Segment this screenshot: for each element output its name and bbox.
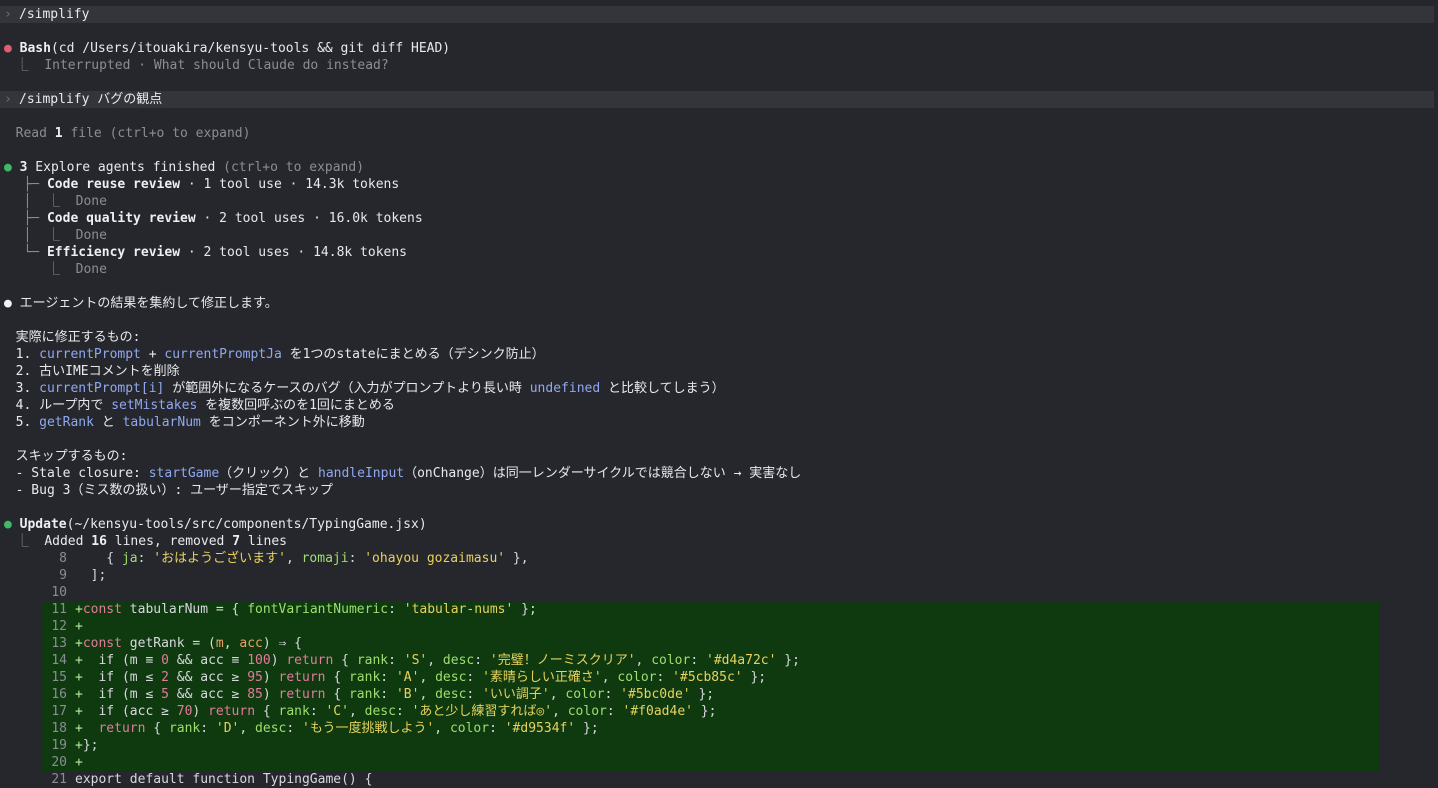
update-tool-call: ● Update(~/kensyu-tools/src/components/T… [0, 516, 1438, 533]
agents-summary[interactable]: ● 3 Explore agents finished (ctrl+o to e… [0, 159, 1438, 176]
tree-corner-icon: ⎿ [15, 58, 29, 73]
prompt-chevron-icon: › [4, 92, 12, 107]
tree-branch-icon: ├─ [23, 177, 40, 192]
tree-end-icon: └─ [23, 245, 40, 260]
agent-code-reuse: ├─ Code reuse review · 1 tool use · 14.3… [23, 177, 400, 192]
fix-header: 実際に修正するもの: [15, 330, 141, 345]
fix-item-5: 5. getRank と tabularNum をコンポーネント外に移動 [15, 415, 365, 430]
skip-item-2: - Bug 3（ミス数の扱い）: ユーザー指定でスキップ [15, 483, 333, 498]
bash-tool-call: ● Bash(cd /Users/itouakira/kensyu-tools … [0, 40, 1438, 57]
tree-corner-icon: ⎿ [15, 534, 29, 549]
code-line-14: 14 + if (m ≡ 0 && acc ≡ 100) return { ran… [51, 653, 800, 668]
message-dot-icon: ● [4, 296, 12, 311]
bash-result: ⎿ Interrupted · What should Claude do in… [15, 58, 389, 73]
code-line-12: 12 + [51, 619, 83, 634]
fix-item-4: 4. ループ内で setMistakes を複数回呼ぶのを1回にまとめる [15, 398, 395, 413]
code-line-20: 20 + [51, 755, 83, 770]
prompt-chevron-icon: › [4, 7, 12, 22]
agent-status: ⎿ Done [0, 262, 107, 277]
skip-header: スキップするもの: [15, 449, 128, 464]
code-line-13: 13 +const getRank = (m, acc) ⇒ { [51, 636, 302, 651]
code-line-8: 8 { ja: 'おはようございます', romaji: 'ohayou goz… [59, 551, 529, 566]
assistant-message-intro: ● エージェントの結果を集約して修正します。 [0, 295, 1438, 312]
update-summary: ⎿ Added 16 lines, removed 7 lines [15, 534, 287, 549]
error-dot-icon: ● [4, 41, 12, 56]
read-summary[interactable]: Read 1 file (ctrl+o to expand) [0, 125, 1438, 142]
code-line-21: 21 export default function TypingGame() { [51, 772, 373, 787]
code-line-19: 19 +}; [51, 738, 99, 753]
code-line-15: 15 + if (m ≤ 2 && acc ≥ 95) return { rank… [51, 670, 767, 685]
agent-code-quality: ├─ Code quality review · 2 tool uses · 1… [23, 211, 423, 226]
fix-item-3: 3. currentPrompt[i] が範囲外になるケースのバグ（入力がプロン… [15, 381, 725, 396]
code-line-16: 16 + if (m ≤ 5 && acc ≥ 85) return { rank… [51, 687, 715, 702]
agent-efficiency: └─ Efficiency review · 2 tool uses · 14.… [23, 245, 408, 260]
tree-branch-icon: ├─ [23, 211, 40, 226]
code-line-10: 10 [51, 585, 67, 600]
success-dot-icon: ● [4, 160, 12, 175]
code-line-18: 18 + return { rank: 'D', desc: 'もう一度挑戦しよう… [51, 721, 599, 736]
skip-item-1: - Stale closure: startGame（クリック）と handle… [15, 466, 802, 481]
code-line-17: 17 + if (acc ≥ 70) return { rank: 'C', de… [51, 704, 717, 719]
success-dot-icon: ● [4, 517, 12, 532]
fix-item-1: 1. currentPrompt + currentPromptJa を1つのs… [15, 347, 545, 362]
fix-item-2: 2. 古いIMEコメントを削除 [15, 364, 180, 379]
agent-status: │ ⎿ Done [0, 194, 107, 209]
user-prompt-simplify: ›/simplify [0, 6, 1434, 23]
agent-status: │ ⎿ Done [0, 228, 107, 243]
code-line-11: 11 +const tabularNum = { fontVariantNumer… [51, 602, 537, 617]
user-prompt-simplify-bugs: ›/simplify バグの観点 [0, 91, 1434, 108]
code-line-9: 9 ]; [59, 568, 107, 583]
